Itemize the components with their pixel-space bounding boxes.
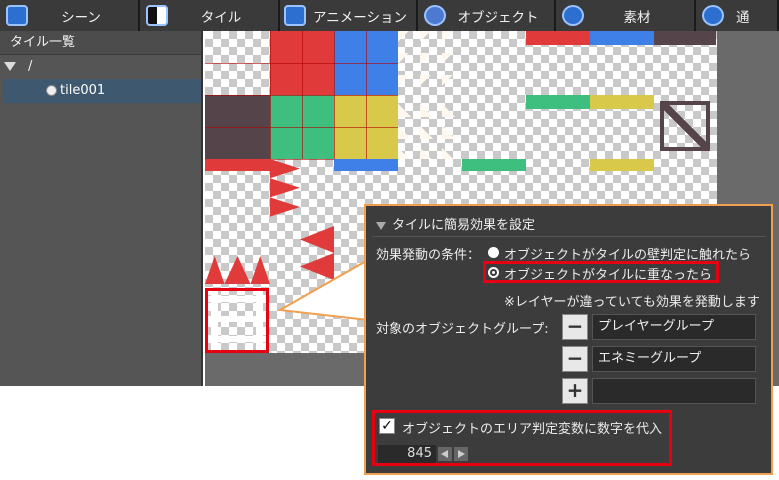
tile-grid-line (205, 95, 398, 96)
tab-label: 素材 (623, 9, 651, 26)
group-field[interactable] (592, 378, 756, 404)
tile-white-spikes (398, 31, 462, 95)
radio-overlap[interactable] (488, 267, 499, 278)
tab-label: タイル (200, 9, 242, 26)
tile-blue-spikes (334, 159, 398, 189)
condition-label: 効果発動の条件： (376, 248, 481, 263)
tile-green-spikes (462, 159, 526, 189)
add-group-button[interactable]: + (562, 378, 588, 404)
tile-list-panel: タイル一覧 / tile001 (0, 31, 203, 386)
decrement-icon[interactable] (438, 447, 452, 461)
group-field[interactable]: エネミーグループ (592, 346, 756, 372)
tile-red-wall-spikes (270, 159, 300, 217)
tile-grid-line (205, 63, 398, 64)
section-title: タイルに簡易効果を設定 (392, 218, 536, 233)
tab-object[interactable]: オブジェクト (418, 0, 556, 31)
remove-group-button[interactable]: − (562, 346, 588, 372)
tree-root-label: / (28, 59, 33, 74)
tile-file-icon (46, 85, 57, 96)
tile-grid-line (205, 127, 398, 128)
tab-label: シーン (61, 9, 101, 26)
collapse-arrow-icon[interactable] (376, 221, 386, 230)
tile-yellow-spikes (590, 159, 654, 189)
group-label: 対象のオブジェクトグループ: (376, 322, 549, 337)
tab-label: 通 (736, 9, 750, 26)
tile-red-floor-spikes (205, 256, 270, 284)
top-tab-bar: シーン タイル アニメーション オブジェクト 素材 通 (0, 0, 779, 31)
panel-title: タイル一覧 (0, 31, 201, 55)
tab-tile[interactable]: タイル (140, 0, 280, 31)
group-field[interactable]: プレイヤーグループ (592, 314, 756, 340)
tile-white-spikes (398, 95, 462, 159)
tab-label: アニメーション (313, 9, 407, 26)
tile-blue-top (590, 31, 654, 45)
area-variable-label[interactable]: オブジェクトのエリア判定変数に数字を代入 (402, 418, 662, 437)
remove-group-button[interactable]: − (562, 314, 588, 340)
area-variable-checkbox[interactable]: ✓ (379, 418, 395, 434)
tab-label: オブジェクト (457, 9, 539, 26)
simple-effect-panel: タイルに簡易効果を設定 効果発動の条件： オブジェクトがタイルの壁判定に触れたら… (364, 204, 773, 475)
expand-arrow-icon[interactable] (4, 62, 16, 71)
tree-item-tile001[interactable]: tile001 (3, 79, 201, 103)
tab-animation[interactable]: アニメーション (280, 0, 418, 31)
tile-red-spikes (205, 159, 270, 189)
tile-dark-top (654, 31, 716, 45)
tab-communication[interactable]: 通 (696, 0, 779, 31)
section-header[interactable]: タイルに簡易効果を設定 (376, 214, 535, 233)
tab-material[interactable]: 素材 (556, 0, 696, 31)
tree-root-folder[interactable]: / (0, 55, 201, 79)
tile-red-top (526, 31, 590, 45)
tab-scene[interactable]: シーン (0, 0, 140, 31)
tile-crate (660, 101, 710, 151)
increment-icon[interactable] (454, 447, 468, 461)
callout-pointer (276, 255, 370, 325)
number-input[interactable]: 845 (378, 445, 436, 463)
radio-overlap-label[interactable]: オブジェクトがタイルに重なったら (504, 264, 712, 283)
divider (372, 236, 765, 237)
tile-green-top (526, 95, 590, 109)
radio-wall-contact[interactable] (488, 247, 499, 258)
note-text: ※レイヤーが違っていても効果を発動します (504, 295, 760, 310)
tile-yellow-top (590, 95, 654, 109)
selected-tile-highlight (205, 288, 269, 353)
